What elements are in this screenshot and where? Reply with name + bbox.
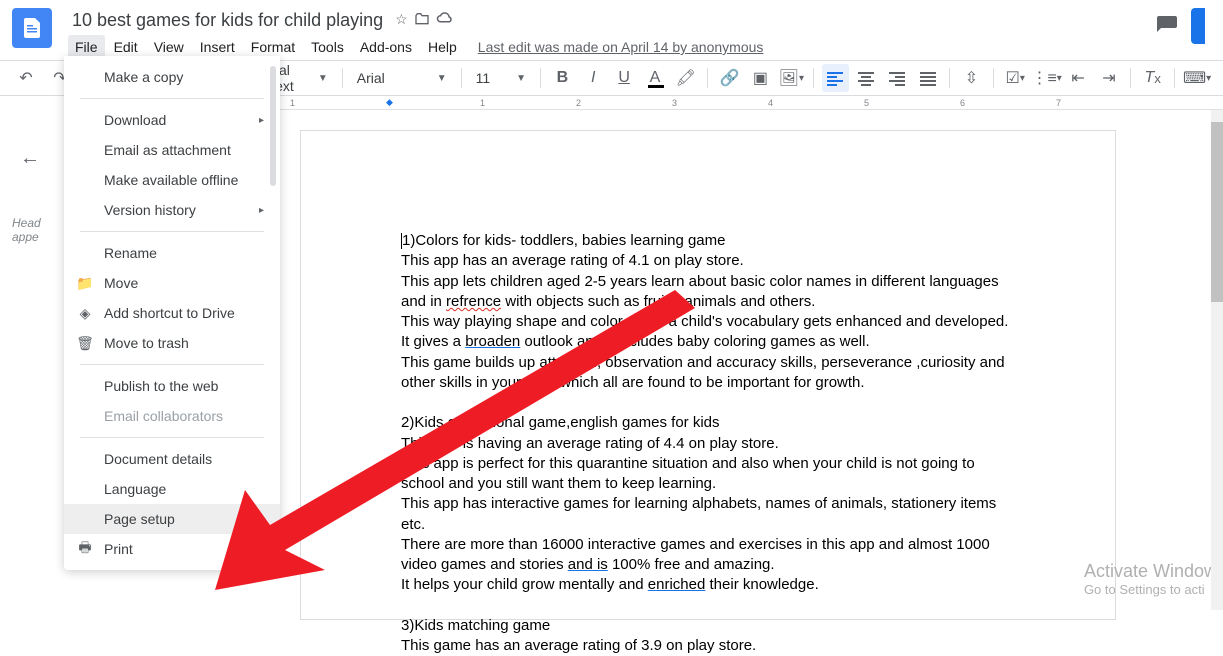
insert-image-button[interactable]: 🖼▾ [778,64,805,92]
font-select[interactable]: Arial▼ [351,66,453,90]
menu-item-email-as-attachment[interactable]: Email as attachment [64,135,280,165]
menu-item-label: Version history [104,202,196,218]
docs-logo[interactable] [12,8,52,48]
input-tools-button[interactable]: ⌨▾ [1183,64,1211,92]
folder-move-icon: 📁 [76,274,94,292]
increase-indent-button[interactable]: ⇥ [1095,64,1122,92]
menu-item-add-shortcut-to-drive[interactable]: ◈ Add shortcut to Drive [64,298,280,328]
menu-item-label: Make a copy [104,69,183,85]
cloud-icon[interactable] [436,11,454,30]
bulleted-list-button[interactable]: ⋮≡▾ [1033,64,1061,92]
insert-comment-button[interactable]: ▣ [747,64,774,92]
checklist-button[interactable]: ☑▾ [1002,64,1029,92]
menu-item-download[interactable]: Download ▸ [64,105,280,135]
share-button[interactable] [1191,8,1205,44]
menu-item-label: Language [104,481,166,497]
decrease-indent-button[interactable]: ⇤ [1065,64,1092,92]
menu-item-rename[interactable]: Rename [64,238,280,268]
document-content[interactable]: 1)Colors for kids- toddlers, babies lear… [401,231,1015,656]
menu-item-label: Email as attachment [104,142,231,158]
menu-item-make-a-copy[interactable]: Make a copy [64,62,280,92]
print-icon: 🖶 [76,540,94,558]
menu-item-move[interactable]: 📁 Move [64,268,280,298]
menu-item-label: Email collaborators [104,408,223,424]
chevron-down-icon: ▼ [437,73,447,84]
outline-hint: Headappe [12,216,64,244]
highlight-button[interactable]: 🖍 [672,64,699,92]
last-edit-link[interactable]: Last edit was made on April 14 by anonym… [478,39,764,55]
menu-item-print[interactable]: 🖶 Print Ctrl+P [64,534,280,564]
menu-item-label: Move to trash [104,335,189,351]
menu-item-label: Publish to the web [104,378,218,394]
menu-item-label: Rename [104,245,157,261]
document-title[interactable]: 10 best games for kids for child playing [68,8,387,33]
ruler: 1 ◆ 1 2 3 4 5 6 7 [280,96,1223,110]
align-justify-button[interactable] [914,64,941,92]
align-right-button[interactable] [883,64,910,92]
menu-item-publish-to-the-web[interactable]: Publish to the web [64,371,280,401]
menubar-tools[interactable]: Tools [304,35,351,59]
menu-item-label: Print [104,541,133,557]
menu-item-make-available-offline[interactable]: Make available offline [64,165,280,195]
menu-shortcut: Ctrl+P [228,542,264,557]
text-color-button[interactable]: A [642,64,669,92]
insert-link-button[interactable]: 🔗 [716,64,743,92]
undo-button[interactable]: ↶ [12,64,40,92]
align-center-button[interactable] [853,64,880,92]
align-left-button[interactable] [822,64,849,92]
bold-button[interactable]: B [549,64,576,92]
file-menu-dropdown: Make a copy Download ▸ Email as attachment M… [64,56,280,570]
back-arrow-button[interactable]: ← [12,140,48,176]
italic-button[interactable]: I [580,64,607,92]
menu-item-document-details[interactable]: Document details [64,444,280,474]
menu-item-label: Make available offline [104,172,238,188]
vertical-scrollbar[interactable] [1211,110,1223,610]
menu-item-language[interactable]: Language [64,474,280,504]
header-bar: 10 best games for kids for child playing… [0,0,1223,60]
menu-item-label: Move [104,275,138,291]
menu-item-label: Document details [104,451,212,467]
activate-windows-watermark: Activate Window Go to Settings to acti [1084,561,1217,597]
document-page[interactable]: 1)Colors for kids- toddlers, babies lear… [300,130,1116,620]
menu-item-email-collaborators: Email collaborators [64,401,280,431]
outline-panel: ← Headappe [12,140,64,244]
menubar-addons[interactable]: Add-ons [353,35,419,59]
underline-button[interactable]: U [611,64,638,92]
clear-formatting-button[interactable]: Tx [1139,64,1166,92]
menu-item-label: Download [104,112,166,128]
menubar-help[interactable]: Help [421,35,464,59]
trash-icon: 🗑 [76,334,94,352]
star-icon[interactable]: ☆ [395,11,408,30]
drive-icon: ◈ [76,304,94,322]
menu-item-page-setup[interactable]: Page setup [64,504,280,534]
line-spacing-button[interactable]: ⇳ [958,64,985,92]
font-size-select[interactable]: 11▼ [470,66,532,90]
menu-item-label: Page setup [104,511,175,527]
submenu-arrow-icon: ▸ [259,205,264,216]
menu-item-move-to-trash[interactable]: 🗑 Move to trash [64,328,280,358]
comments-icon[interactable] [1155,14,1179,38]
submenu-arrow-icon: ▸ [259,115,264,126]
menu-item-version-history[interactable]: Version history ▸ [64,195,280,225]
chevron-down-icon: ▼ [516,73,526,84]
move-icon[interactable] [414,11,430,30]
menu-item-label: Add shortcut to Drive [104,305,235,321]
chevron-down-icon: ▼ [318,73,328,84]
